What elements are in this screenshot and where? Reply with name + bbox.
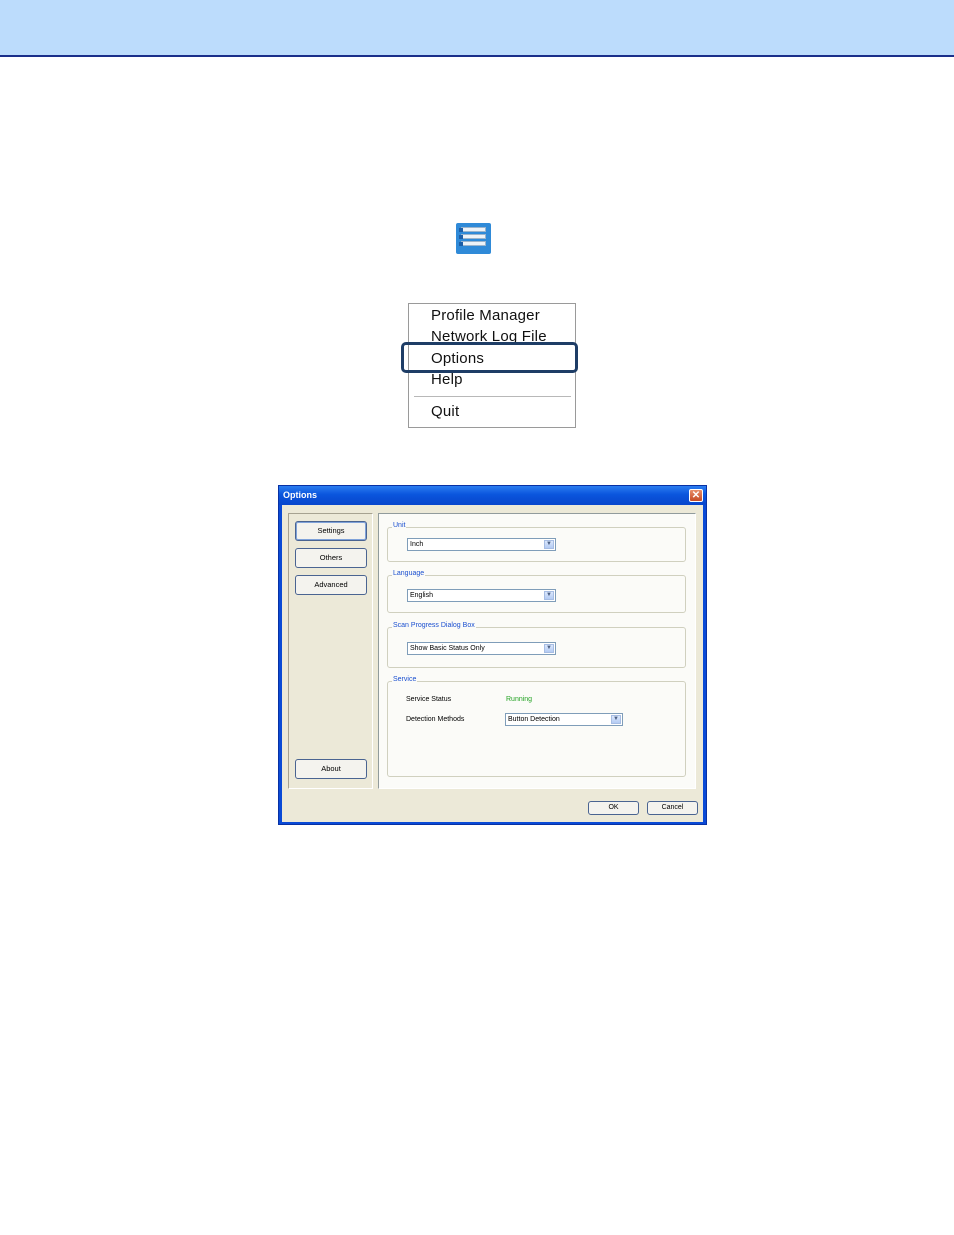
service-status-value: Running (506, 696, 533, 703)
language-legend: Language (392, 570, 426, 577)
options-nav-panel: Settings Others Advanced About (288, 513, 373, 789)
service-group: Service Service Status Running Detection… (387, 676, 686, 777)
scan-progress-select[interactable]: Show Basic Status Only ▼ (407, 642, 556, 655)
language-group: Language English ▼ (387, 570, 686, 613)
unit-select-value: Inch (410, 541, 424, 548)
detection-methods-select-value: Button Detection (508, 716, 560, 723)
dialog-title: Options (283, 490, 317, 500)
detection-methods-label: Detection Methods (406, 716, 465, 723)
service-legend: Service (392, 676, 418, 683)
language-select[interactable]: English ▼ (407, 589, 556, 602)
about-button[interactable]: About (295, 759, 367, 779)
menu-item-profile-manager[interactable]: Profile Manager (431, 307, 540, 324)
chevron-down-icon[interactable]: ▼ (544, 644, 554, 653)
ok-button[interactable]: OK (588, 801, 639, 815)
chevron-down-icon[interactable]: ▼ (544, 591, 554, 600)
profile-list-icon[interactable] (456, 223, 491, 254)
menu-separator (414, 396, 571, 397)
advanced-button[interactable]: Advanced (295, 575, 367, 595)
options-highlight-frame (401, 342, 578, 373)
options-dialog: Options ✕ Settings Others Advanced About… (278, 485, 707, 825)
scan-progress-select-value: Show Basic Status Only (410, 645, 485, 652)
scan-progress-group: Scan Progress Dialog Box Show Basic Stat… (387, 622, 686, 668)
others-button[interactable]: Others (295, 548, 367, 568)
scan-progress-legend: Scan Progress Dialog Box (392, 622, 476, 629)
service-status-label: Service Status (406, 696, 452, 703)
chevron-down-icon[interactable]: ▼ (544, 540, 554, 549)
language-select-value: English (410, 592, 433, 599)
detection-methods-select[interactable]: Button Detection ▼ (505, 713, 623, 726)
unit-legend: Unit (392, 522, 407, 529)
unit-group: Unit Inch ▼ (387, 522, 686, 562)
cancel-button[interactable]: Cancel (647, 801, 698, 815)
menu-item-quit[interactable]: Quit (431, 403, 459, 420)
settings-button[interactable]: Settings (295, 521, 367, 541)
dialog-client-area: Settings Others Advanced About Unit Inch… (282, 505, 703, 822)
settings-panel: Unit Inch ▼ Language English ▼ Scan Prog… (378, 513, 696, 789)
close-x-icon[interactable]: ✕ (689, 489, 703, 502)
page-header-band (0, 0, 954, 57)
chevron-down-icon[interactable]: ▼ (611, 715, 621, 724)
dialog-titlebar: Options ✕ (279, 486, 706, 505)
unit-select[interactable]: Inch ▼ (407, 538, 556, 551)
menu-item-help[interactable]: Help (431, 371, 463, 388)
